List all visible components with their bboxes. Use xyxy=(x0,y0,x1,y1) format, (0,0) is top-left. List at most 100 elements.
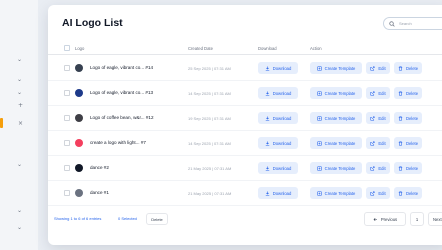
edit-button[interactable]: Edit xyxy=(366,112,390,124)
chevron-down-icon[interactable]: ⌄ xyxy=(17,77,22,83)
download-label: Download xyxy=(272,190,292,196)
chevron-down-icon[interactable]: ⌄ xyxy=(17,208,22,214)
delete-label: Delete xyxy=(405,115,419,121)
download-button[interactable]: Download xyxy=(258,162,298,174)
table-row: create a logo with light... #7 14 Sep 202… xyxy=(48,131,442,156)
row-checkbox[interactable] xyxy=(64,65,70,71)
search-input[interactable]: Search xyxy=(383,17,442,30)
column-header-created-date: Created Date xyxy=(188,46,213,51)
download-button[interactable]: Download xyxy=(258,87,298,99)
download-icon xyxy=(265,191,269,196)
create-template-button[interactable]: Create Template xyxy=(310,87,362,99)
template-icon xyxy=(316,115,322,121)
delete-label: Delete xyxy=(405,65,419,71)
next-button[interactable]: Next xyxy=(428,212,442,226)
previous-label: Previous xyxy=(380,216,398,222)
logo-name: Logo of coffee bean, w&r... #12 xyxy=(90,115,154,120)
table-footer: Showing 1 to 6 of 6 entries 0 Selected D… xyxy=(48,209,442,229)
edit-button[interactable]: Edit xyxy=(366,187,390,199)
create-template-label: Create Template xyxy=(324,90,356,96)
edit-button[interactable]: Edit xyxy=(366,62,390,74)
table-row: Logo of coffee bean, w&r... #12 19 Sep 20… xyxy=(48,106,442,131)
edit-label: Edit xyxy=(378,115,386,121)
logo-name: dance #2 xyxy=(90,165,109,170)
logo-thumbnail xyxy=(75,89,83,97)
close-icon[interactable]: × xyxy=(18,121,23,127)
created-date: 21 May 2025 | 07:31 AM xyxy=(188,166,232,171)
create-template-button[interactable]: Create Template xyxy=(310,162,362,174)
row-checkbox[interactable] xyxy=(64,140,70,146)
created-date: 21 May 2025 | 07:31 AM xyxy=(188,191,232,196)
previous-button[interactable]: Previous xyxy=(364,212,406,226)
delete-button[interactable]: Delete xyxy=(394,162,422,174)
plus-icon[interactable]: + xyxy=(18,103,23,109)
edit-button[interactable]: Edit xyxy=(366,137,390,149)
edit-button[interactable]: Edit xyxy=(366,162,390,174)
column-header-download: Download xyxy=(258,46,277,51)
logo-name: Logo of eagle, vibrant co... #13 xyxy=(90,90,154,95)
external-link-icon xyxy=(370,90,375,96)
page-button[interactable]: 1 xyxy=(410,212,424,226)
edit-label: Edit xyxy=(378,190,386,196)
row-checkbox[interactable] xyxy=(64,90,70,96)
download-icon xyxy=(265,141,269,146)
chevron-down-icon[interactable]: ⌄ xyxy=(17,90,22,96)
delete-button[interactable]: Delete xyxy=(394,137,422,149)
delete-button[interactable]: Delete xyxy=(394,87,422,99)
create-template-label: Create Template xyxy=(324,65,356,71)
created-date: 14 Sep 2025 | 07:31 AM xyxy=(188,141,231,146)
create-template-button[interactable]: Create Template xyxy=(310,137,362,149)
create-template-button[interactable]: Create Template xyxy=(310,187,362,199)
search-placeholder: Search xyxy=(399,21,412,26)
selected-count: 0 Selected xyxy=(118,216,137,221)
row-checkbox[interactable] xyxy=(64,165,70,171)
download-icon xyxy=(265,166,269,171)
external-link-icon xyxy=(370,190,375,196)
delete-button[interactable]: Delete xyxy=(394,62,422,74)
download-button[interactable]: Download xyxy=(258,137,298,149)
download-button[interactable]: Download xyxy=(258,187,298,199)
template-icon xyxy=(316,90,322,96)
template-icon xyxy=(316,190,322,196)
row-checkbox[interactable] xyxy=(64,190,70,196)
create-template-label: Create Template xyxy=(324,115,356,121)
row-checkbox[interactable] xyxy=(64,115,70,121)
external-link-icon xyxy=(370,65,375,71)
delete-button[interactable]: Delete xyxy=(394,187,422,199)
download-button[interactable]: Download xyxy=(258,62,298,74)
download-icon xyxy=(265,91,269,96)
table-row: dance #2 21 May 2025 | 07:31 AM Download Cr… xyxy=(48,156,442,181)
select-all-checkbox[interactable] xyxy=(64,45,70,51)
table-row: Logo of eagle, vibrant co... #13 14 Sep 2… xyxy=(48,81,442,106)
trash-icon xyxy=(398,190,403,196)
created-date: 19 Sep 2025 | 07:31 AM xyxy=(188,116,231,121)
chevron-down-icon[interactable]: ⌄ xyxy=(17,162,22,168)
download-label: Download xyxy=(272,90,292,96)
delete-label: Delete xyxy=(405,165,419,171)
create-template-button[interactable]: Create Template xyxy=(310,62,362,74)
created-date: 14 Sep 2025 | 07:31 AM xyxy=(188,91,231,96)
delete-button[interactable]: Delete xyxy=(394,112,422,124)
chevron-down-icon[interactable]: ⌄ xyxy=(17,57,22,63)
trash-icon xyxy=(398,140,403,146)
bulk-delete-button[interactable]: Delete xyxy=(146,213,168,225)
trash-icon xyxy=(398,115,403,121)
create-template-label: Create Template xyxy=(324,165,356,171)
download-icon xyxy=(265,66,269,71)
page-title: AI Logo List xyxy=(62,17,123,29)
download-button[interactable]: Download xyxy=(258,112,298,124)
arrow-left-icon xyxy=(373,217,377,221)
logo-thumbnail xyxy=(75,139,83,147)
create-template-button[interactable]: Create Template xyxy=(310,112,362,124)
table-row: Logo of eagle, vibrant co... #14 25 Sep 2… xyxy=(48,56,442,81)
search-icon xyxy=(389,20,395,27)
logo-thumbnail xyxy=(75,114,83,122)
download-label: Download xyxy=(272,65,292,71)
logo-thumbnail xyxy=(75,189,83,197)
chevron-down-icon[interactable]: ⌄ xyxy=(17,225,22,231)
logo-name: create a logo with light... #7 xyxy=(90,140,146,145)
entries-count: Showing 1 to 6 of 6 entries xyxy=(54,216,102,221)
delete-label: Delete xyxy=(405,90,419,96)
create-template-label: Create Template xyxy=(324,190,356,196)
edit-button[interactable]: Edit xyxy=(366,87,390,99)
